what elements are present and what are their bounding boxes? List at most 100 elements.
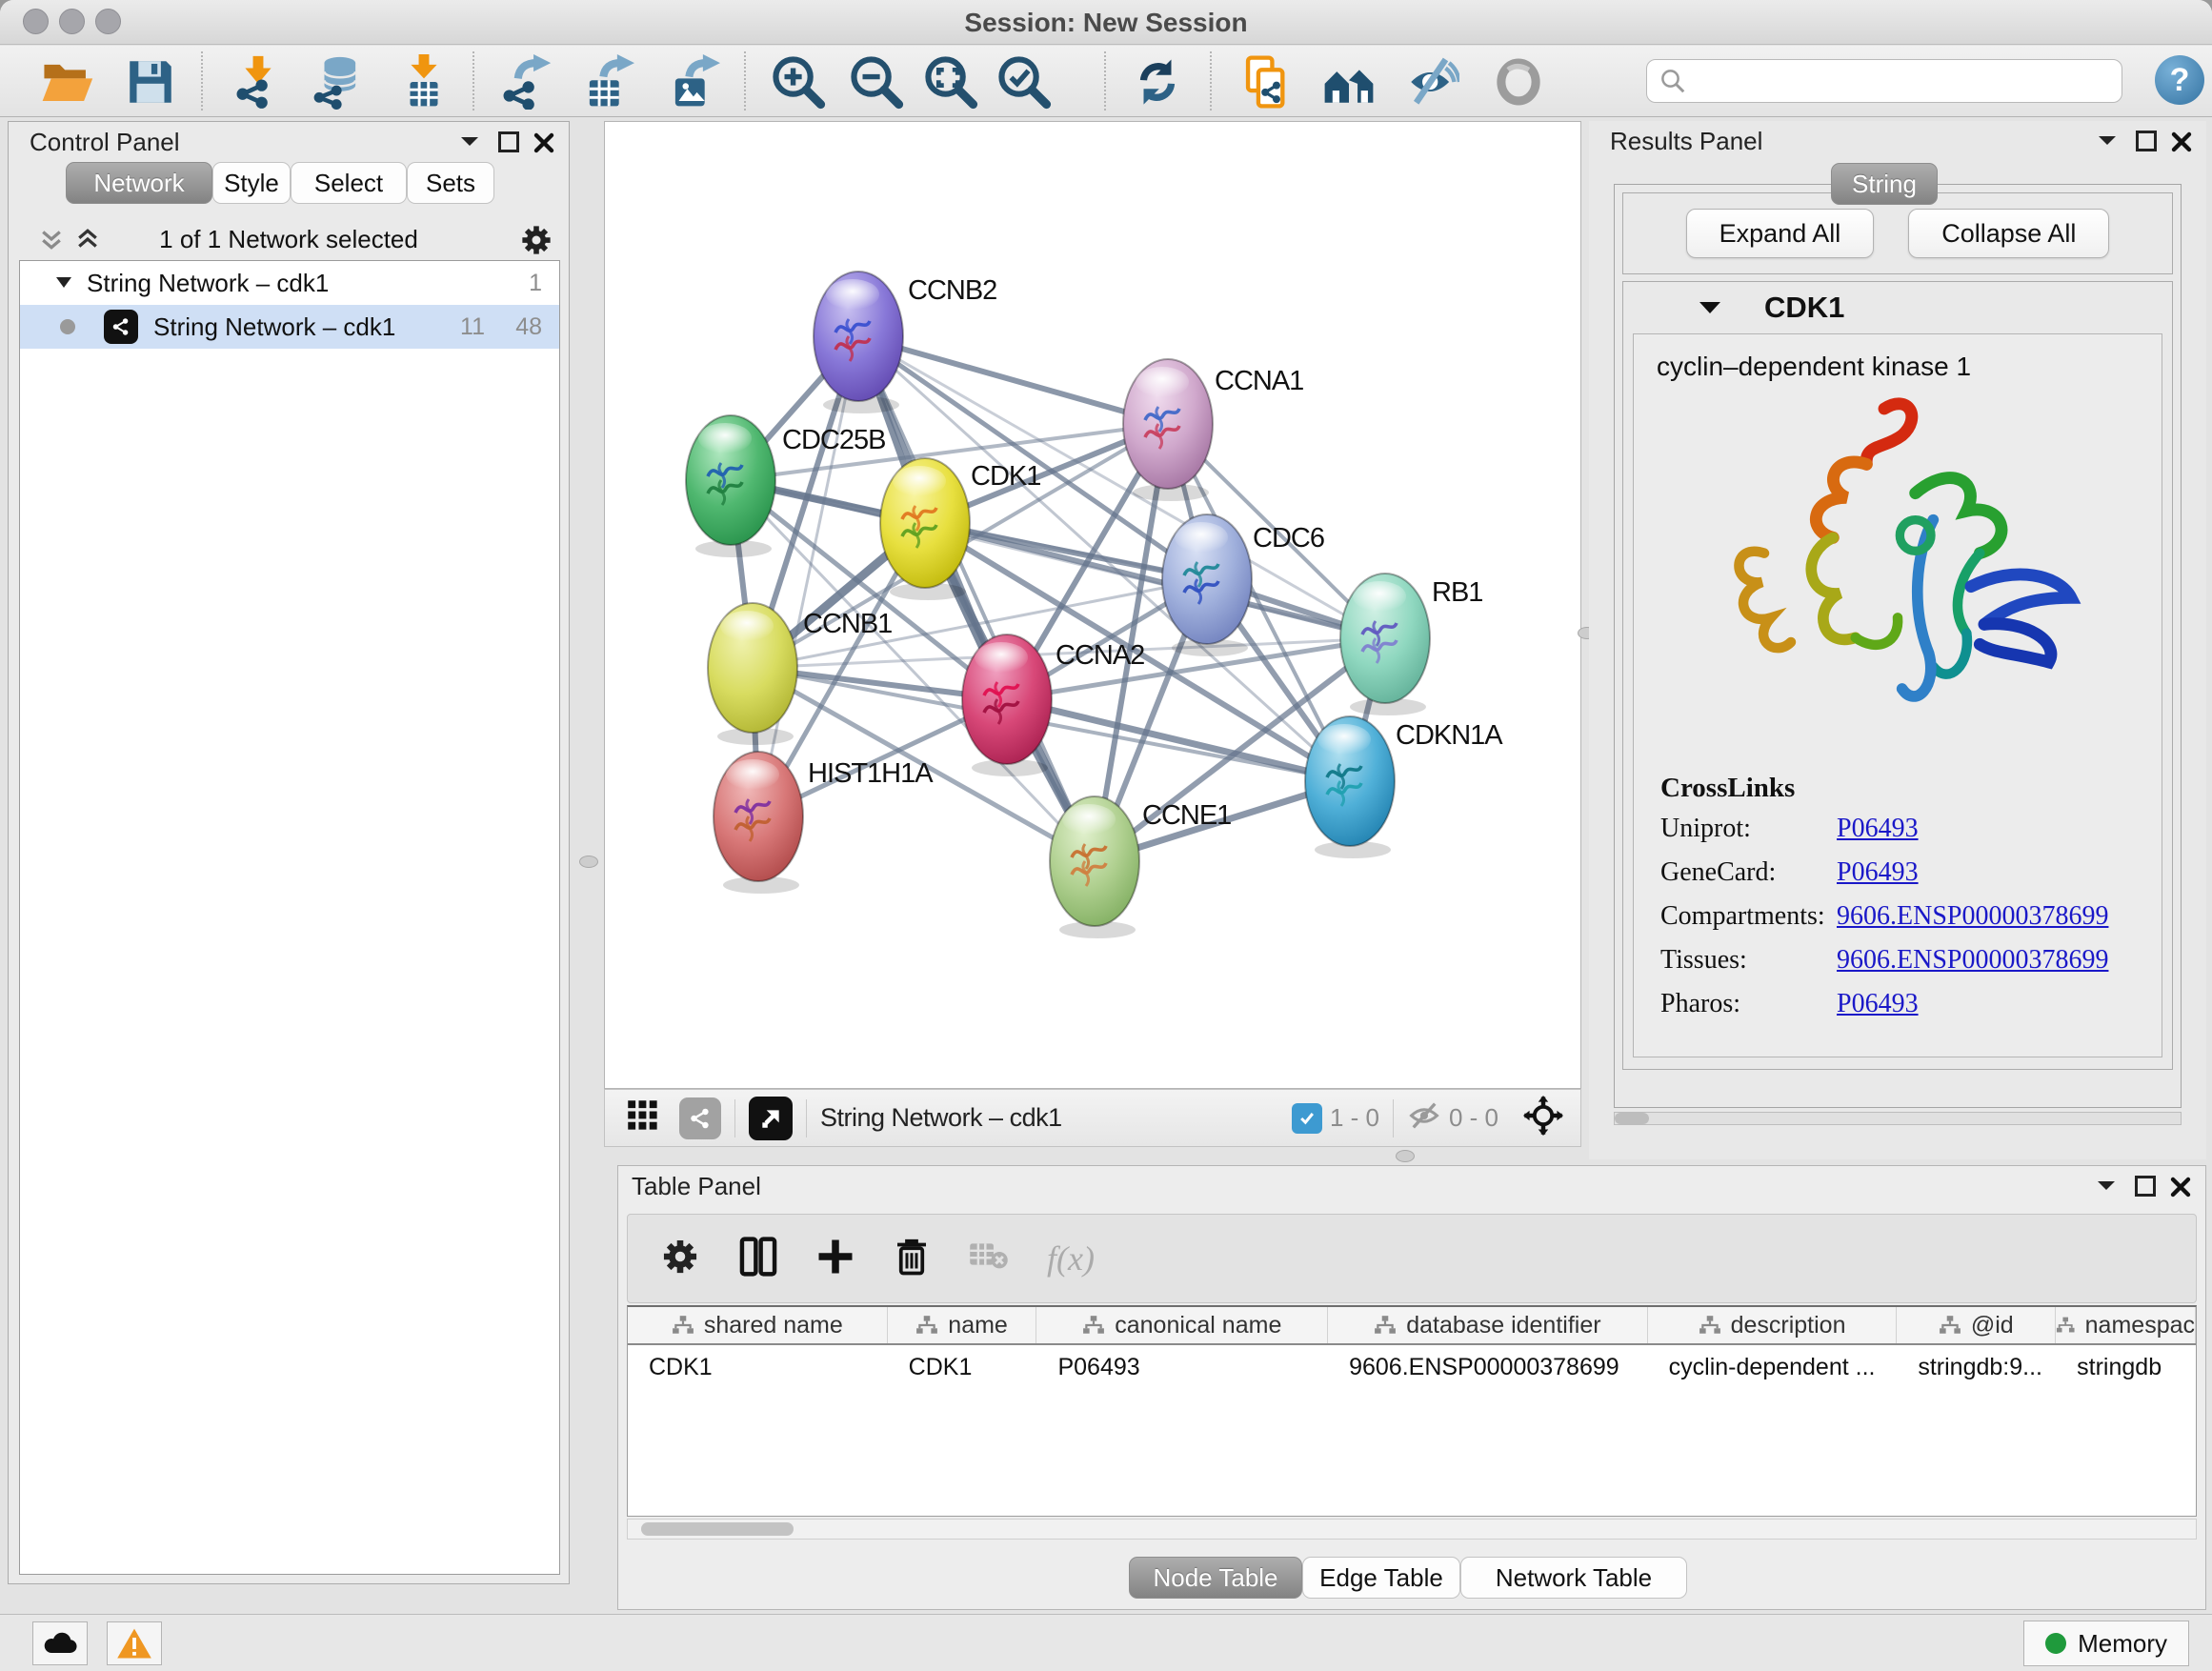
section-collapse-icon[interactable] — [1698, 299, 1722, 316]
tab-edge-table[interactable]: Edge Table — [1302, 1557, 1460, 1599]
tab-network-table[interactable]: Network Table — [1460, 1557, 1687, 1599]
column-header--id[interactable]: @id — [1897, 1307, 2056, 1343]
node-CCNB2[interactable]: CCNB2 — [814, 272, 996, 413]
zoom-selected-icon[interactable] — [994, 51, 1055, 112]
control-panel-close-icon[interactable] — [533, 131, 555, 159]
network-tree: String Network – cdk1 1 String Network –… — [19, 260, 560, 1575]
search-input[interactable] — [1646, 59, 2122, 103]
crosslink-row: Tissues:9606.ENSP00000378699 — [1660, 945, 2162, 976]
node-CCNE1[interactable]: CCNE1 — [1050, 796, 1231, 938]
table-panel-title: Table Panel — [632, 1172, 761, 1201]
save-session-icon[interactable] — [120, 51, 181, 112]
import-database-icon[interactable] — [308, 51, 369, 112]
open-session-icon[interactable] — [36, 51, 97, 112]
control-panel-menu-icon[interactable] — [458, 133, 481, 155]
crosslink-link[interactable]: P06493 — [1837, 989, 1919, 1019]
table-panel-close-icon[interactable] — [2169, 1176, 2192, 1203]
crosslink-link[interactable]: P06493 — [1837, 814, 1919, 844]
clone-network-icon[interactable] — [1237, 51, 1297, 112]
zoom-in-icon[interactable] — [768, 51, 829, 112]
table-hscroll-thumb[interactable] — [641, 1522, 794, 1536]
import-table-icon[interactable] — [393, 51, 454, 112]
collapse-triangle-icon[interactable] — [54, 275, 73, 291]
cloud-button[interactable] — [32, 1621, 88, 1665]
node-label-CDC25B: CDC25B — [782, 425, 885, 455]
node-CCNA2[interactable]: CCNA2 — [962, 634, 1144, 776]
table-gear-icon[interactable] — [660, 1237, 700, 1281]
network-share-view-icon[interactable] — [679, 1097, 721, 1139]
tab-style[interactable]: Style — [212, 162, 291, 204]
tab-sets[interactable]: Sets — [407, 162, 494, 204]
tab-network[interactable]: Network — [66, 162, 212, 204]
node-RB1[interactable]: RB1 — [1340, 574, 1482, 715]
show-columns-icon[interactable] — [738, 1237, 778, 1281]
table-cell[interactable]: CDK1 — [888, 1345, 1037, 1389]
network-options-gear-icon[interactable] — [519, 223, 553, 262]
node-CDKN1A[interactable]: CDKN1A — [1305, 716, 1503, 858]
table-cell[interactable]: stringdb:9... — [1897, 1345, 2056, 1389]
result-section-header[interactable]: CDK1 — [1623, 282, 2172, 333]
zoom-fit-icon[interactable] — [920, 51, 981, 112]
collapse-all-button[interactable]: Collapse All — [1908, 209, 2109, 258]
help-icon[interactable]: ? — [2155, 55, 2204, 105]
column-header-database-identifier[interactable]: database identifier — [1328, 1307, 1648, 1343]
zoom-out-icon[interactable] — [846, 51, 907, 112]
left-splitter-handle[interactable] — [579, 856, 598, 868]
import-network-icon[interactable] — [228, 51, 289, 112]
column-header-shared-name[interactable]: shared name — [628, 1307, 888, 1343]
bottom-splitter-handle[interactable] — [1396, 1150, 1415, 1162]
table-cell[interactable]: 9606.ENSP00000378699 — [1328, 1345, 1648, 1389]
network-canvas[interactable]: CCNB2CCNA1CDC25BCDK1CDC6RB1CCNB1CCNA2CDK… — [604, 121, 1581, 1089]
network-row[interactable]: String Network – cdk1 11 48 — [20, 305, 559, 349]
hidden-eye-icon[interactable] — [1407, 1101, 1441, 1135]
grid-view-icon[interactable] — [626, 1098, 660, 1137]
table-panel-float-icon[interactable] — [2135, 1176, 2156, 1197]
column-header-namespac[interactable]: namespac — [2056, 1307, 2196, 1343]
export-image-icon[interactable] — [662, 51, 723, 112]
warnings-button[interactable] — [107, 1621, 162, 1665]
column-header-description[interactable]: description — [1648, 1307, 1898, 1343]
node-label-CDK1: CDK1 — [971, 461, 1040, 492]
node-HIST1H1A[interactable]: HIST1H1A — [714, 752, 934, 894]
table-panel-menu-icon[interactable] — [2095, 1178, 2118, 1199]
collection-count: 1 — [529, 270, 542, 297]
export-network-icon[interactable] — [494, 51, 555, 112]
tab-node-table[interactable]: Node Table — [1129, 1557, 1302, 1599]
node-CCNA1[interactable]: CCNA1 — [1123, 359, 1303, 501]
expand-all-button[interactable]: Expand All — [1686, 209, 1875, 258]
results-panel-menu-icon[interactable] — [2096, 132, 2119, 154]
crosslink-link[interactable]: 9606.ENSP00000378699 — [1837, 901, 2108, 932]
refresh-icon[interactable] — [1127, 51, 1188, 112]
add-column-icon[interactable] — [816, 1238, 855, 1280]
selected-checkbox-icon[interactable] — [1292, 1103, 1322, 1134]
edge-count: 48 — [515, 313, 542, 341]
column-header-canonical-name[interactable]: canonical name — [1036, 1307, 1328, 1343]
results-panel-close-icon[interactable] — [2170, 131, 2193, 158]
show-all-icon[interactable] — [1488, 51, 1549, 112]
table-cell[interactable]: P06493 — [1036, 1345, 1328, 1389]
table-row[interactable]: CDK1CDK1P064939606.ENSP00000378699cyclin… — [628, 1345, 2196, 1389]
first-neighbors-icon[interactable] — [1318, 51, 1379, 112]
control-panel-float-icon[interactable] — [498, 131, 519, 152]
birds-eye-view-icon[interactable] — [749, 1097, 793, 1140]
crosslink-link[interactable]: P06493 — [1837, 857, 1919, 888]
table-cell[interactable]: cyclin-dependent ... — [1648, 1345, 1898, 1389]
hide-selected-icon[interactable] — [1401, 51, 1462, 112]
crosslink-link[interactable]: 9606.ENSP00000378699 — [1837, 945, 2108, 976]
status-separator — [1393, 1099, 1394, 1137]
selected-node-edge-counts: 1 - 0 — [1330, 1103, 1379, 1133]
tab-string[interactable]: String — [1831, 163, 1938, 205]
fit-content-crosshair-icon[interactable] — [1523, 1096, 1563, 1140]
delete-column-icon[interactable] — [893, 1238, 931, 1280]
network-status-bar: String Network – cdk1 1 - 0 0 - 0 — [604, 1089, 1581, 1147]
table-cell[interactable]: CDK1 — [628, 1345, 888, 1389]
table-hscrollbar[interactable] — [627, 1519, 2197, 1540]
results-panel-float-icon[interactable] — [2136, 131, 2157, 151]
memory-button[interactable]: Memory — [2023, 1621, 2189, 1666]
table-cell[interactable]: stringdb — [2056, 1345, 2196, 1389]
network-collection-row[interactable]: String Network – cdk1 1 — [20, 261, 559, 305]
column-header-name[interactable]: name — [888, 1307, 1037, 1343]
export-table-icon[interactable] — [576, 51, 637, 112]
tab-select[interactable]: Select — [291, 162, 407, 204]
results-hscrollbar[interactable] — [1614, 1112, 2182, 1125]
